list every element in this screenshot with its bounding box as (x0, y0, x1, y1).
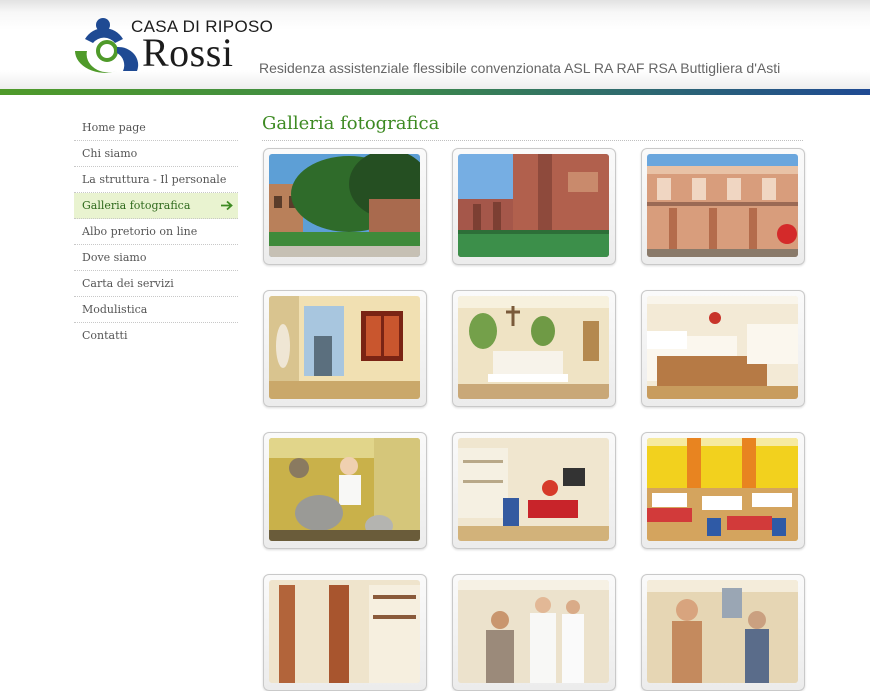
sidebar-item-label: Carta dei servizi (82, 277, 174, 290)
sidebar-item-dove-siamo[interactable]: Dove siamo (74, 245, 238, 271)
sidebar-item-label: Albo pretorio on line (82, 225, 198, 238)
gallery-thumb[interactable] (263, 432, 427, 549)
gallery-thumb[interactable] (452, 290, 616, 407)
dining-room-photo (647, 438, 798, 541)
gallery-thumb[interactable] (641, 574, 805, 691)
header-stripe (0, 89, 870, 95)
sidebar-item-label: La struttura - Il personale (82, 173, 227, 186)
sidebar-item-chi-siamo[interactable]: Chi siamo (74, 141, 238, 167)
sidebar-item-modulistica[interactable]: Modulistica (74, 297, 238, 323)
sidebar-item-label: Chi siamo (82, 147, 138, 160)
sidebar-item-label: Galleria fotografica (82, 199, 191, 212)
logo-icon[interactable] (73, 17, 139, 73)
sidebar-item-label: Dove siamo (82, 251, 147, 264)
gallery-thumb[interactable] (452, 574, 616, 691)
chapel-photo (458, 296, 609, 399)
library-photo (269, 580, 420, 683)
sidebar-item-galleria[interactable]: Galleria fotografica (74, 193, 238, 219)
building-exterior-photo (269, 154, 420, 257)
gallery-thumb[interactable] (452, 148, 616, 265)
brick-building-photo (458, 154, 609, 257)
gallery-thumb[interactable] (452, 432, 616, 549)
sidebar-item-struttura[interactable]: La struttura - Il personale (74, 167, 238, 193)
sidebar-item-albo[interactable]: Albo pretorio on line (74, 219, 238, 245)
kitchen-photo (269, 438, 420, 541)
gallery-thumb[interactable] (641, 432, 805, 549)
site-header: CASA DI RIPOSO Rossi Residenza assistenz… (0, 0, 870, 89)
gallery-thumb[interactable] (641, 290, 805, 407)
gallery-thumb[interactable] (263, 574, 427, 691)
sidebar-item-label: Home page (82, 121, 146, 134)
arrow-right-icon (221, 200, 233, 211)
activity-room-photo (647, 580, 798, 683)
sidebar-item-label: Modulistica (82, 303, 148, 316)
sidebar-item-contatti[interactable]: Contatti (74, 323, 238, 348)
sidebar-nav: Home page Chi siamo La struttura - Il pe… (74, 115, 238, 348)
logo-main-text[interactable]: Rossi (142, 33, 233, 73)
hallway-photo (269, 296, 420, 399)
sidebar-item-label: Contatti (82, 329, 128, 342)
lounge-photo (458, 438, 609, 541)
gallery-thumb[interactable] (263, 290, 427, 407)
site-tagline: Residenza assistenziale flessibile conve… (259, 60, 781, 76)
page-title: Galleria fotografica (262, 113, 803, 141)
staff-photo (458, 580, 609, 683)
facade-balcony-photo (647, 154, 798, 257)
sidebar-item-carta-servizi[interactable]: Carta dei servizi (74, 271, 238, 297)
bedroom-photo (647, 296, 798, 399)
sidebar-item-home[interactable]: Home page (74, 115, 238, 141)
gallery-thumb[interactable] (263, 148, 427, 265)
gallery-thumb[interactable] (641, 148, 805, 265)
